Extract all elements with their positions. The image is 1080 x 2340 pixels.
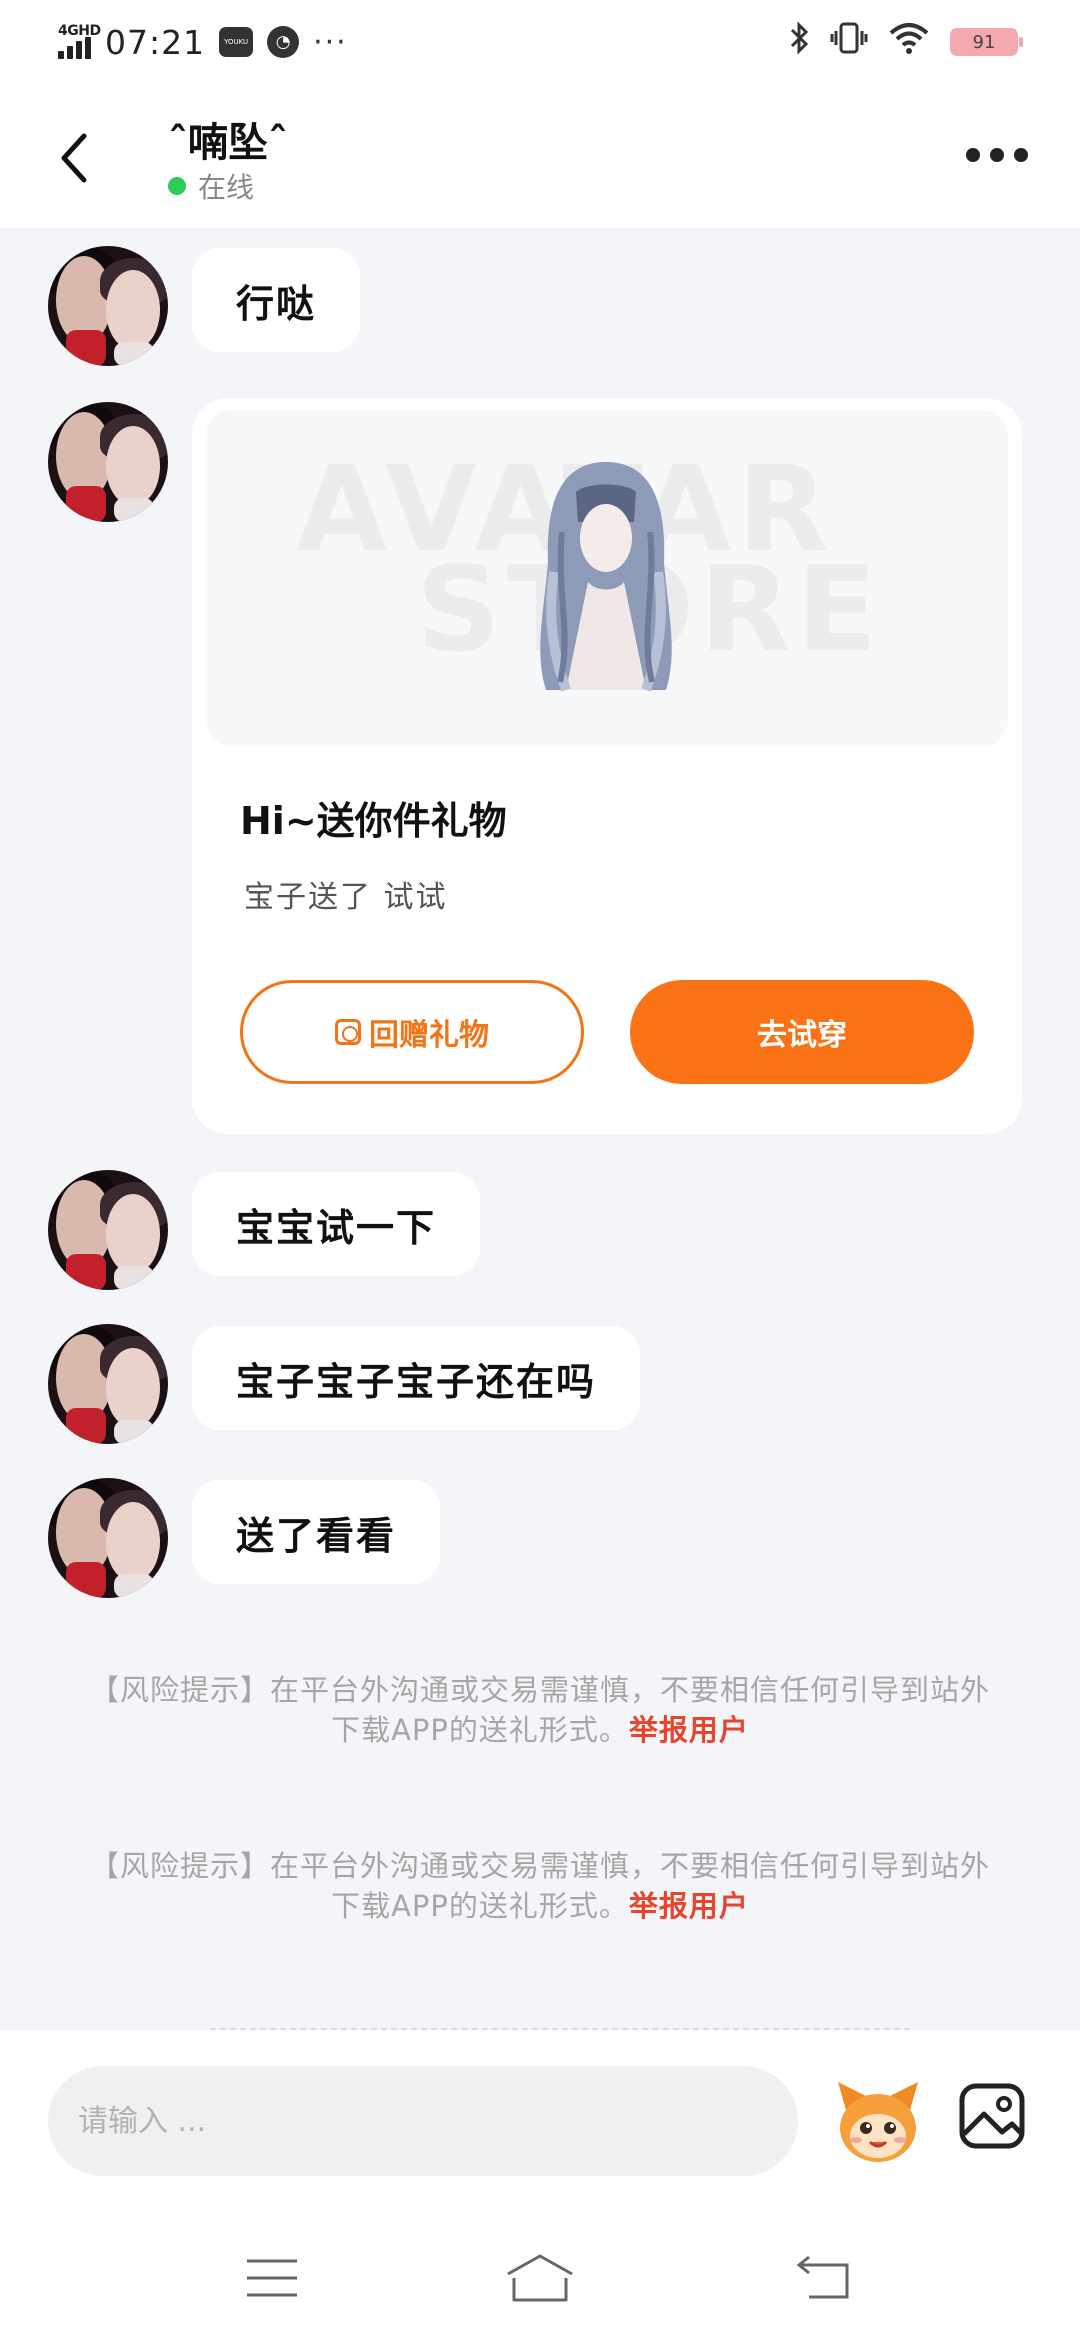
status-bar-left: 4GHD 07:21 YOUKU ◔ ··· bbox=[58, 18, 348, 66]
risk-notice: 【风险提示】在平台外沟通或交易需谨慎，不要相信任何引导到站外下载APP的送礼形式… bbox=[80, 1846, 1000, 1926]
gauge-icon: ◔ bbox=[267, 26, 300, 58]
online-status: 在线 bbox=[168, 166, 254, 206]
youku-app-icon: YOUKU bbox=[219, 27, 254, 57]
signal-icon: 4GHD bbox=[58, 23, 101, 59]
risk-notice-text: 【风险提示】在平台外沟通或交易需谨慎，不要相信任何引导到站外下载APP的送礼形式… bbox=[89, 1849, 990, 1923]
avatar[interactable] bbox=[48, 1478, 168, 1598]
clock: 07:21 bbox=[105, 22, 206, 62]
wifi-icon bbox=[888, 21, 930, 63]
wig-product-image bbox=[540, 462, 672, 692]
message-input[interactable] bbox=[48, 2066, 798, 2176]
gift-card[interactable]: AVATAR STORE Hi~送你件礼物 宝子送了 试试 回赠礼物 去试穿 bbox=[192, 398, 1022, 1134]
message-bubble[interactable]: 送了看看 bbox=[192, 1480, 441, 1584]
return-gift-label: 回赠礼物 bbox=[369, 1018, 489, 1053]
report-user-link[interactable]: 举报用户 bbox=[629, 1889, 749, 1923]
emoji-mascot-icon[interactable] bbox=[832, 2076, 924, 2168]
return-gift-button[interactable]: 回赠礼物 bbox=[240, 980, 584, 1084]
message-bubble[interactable]: 宝宝试一下 bbox=[192, 1172, 481, 1276]
gift-subtitle: 宝子送了 试试 bbox=[244, 880, 448, 915]
avatar[interactable] bbox=[48, 1324, 168, 1444]
battery-indicator: 91 bbox=[950, 28, 1023, 56]
dot-icon bbox=[990, 148, 1004, 162]
status-bar: 4GHD 07:21 YOUKU ◔ ··· 91 bbox=[0, 0, 1080, 84]
bluetooth-icon bbox=[788, 21, 810, 63]
vibrate-icon bbox=[830, 21, 868, 63]
contact-name[interactable]: ˆ喃坠ˆ bbox=[168, 110, 288, 168]
more-options-button[interactable] bbox=[966, 140, 1028, 170]
message-bubble[interactable]: 宝子宝子宝子还在吗 bbox=[192, 1326, 641, 1430]
dot-icon bbox=[1014, 148, 1028, 162]
gift-icon bbox=[335, 1019, 361, 1045]
gift-title: Hi~送你件礼物 bbox=[240, 799, 507, 843]
message-bubble[interactable]: 行哒 bbox=[192, 248, 361, 352]
return-icon bbox=[796, 2255, 849, 2299]
input-bar bbox=[0, 2030, 1080, 2210]
system-nav-bar bbox=[0, 2210, 1080, 2340]
back-nav-button[interactable] bbox=[784, 2250, 864, 2306]
online-status-label: 在线 bbox=[198, 171, 255, 204]
more-notifications-icon: ··· bbox=[313, 24, 348, 60]
dot-icon bbox=[966, 148, 980, 162]
report-user-link[interactable]: 举报用户 bbox=[629, 1713, 749, 1747]
risk-notice-text: 【风险提示】在平台外沟通或交易需谨慎，不要相信任何引导到站外下载APP的送礼形式… bbox=[89, 1673, 990, 1747]
home-button[interactable] bbox=[500, 2250, 580, 2306]
status-bar-right: 91 bbox=[788, 18, 1023, 66]
chat-header: ˆ喃坠ˆ 在线 bbox=[0, 84, 1080, 228]
chat-messages[interactable]: 行哒 AVATAR STORE Hi~送你件礼物 宝子送了 试试 回赠礼物 去试… bbox=[0, 228, 1080, 2030]
recent-apps-button[interactable] bbox=[232, 2250, 312, 2306]
network-type: 4GHD bbox=[58, 23, 101, 39]
gift-image[interactable]: AVATAR STORE bbox=[206, 410, 1008, 746]
avatar[interactable] bbox=[48, 1170, 168, 1290]
avatar[interactable] bbox=[48, 246, 168, 366]
avatar[interactable] bbox=[48, 402, 168, 522]
back-button[interactable] bbox=[56, 122, 110, 194]
online-dot-icon bbox=[168, 177, 186, 195]
chevron-left-icon bbox=[61, 133, 87, 183]
image-picker-icon[interactable] bbox=[956, 2080, 1028, 2152]
home-icon bbox=[507, 2254, 573, 2302]
try-on-button[interactable]: 去试穿 bbox=[630, 980, 974, 1084]
menu-lines-icon bbox=[247, 2259, 297, 2297]
risk-notice: 【风险提示】在平台外沟通或交易需谨慎，不要相信任何引导到站外下载APP的送礼形式… bbox=[80, 1670, 1000, 1750]
